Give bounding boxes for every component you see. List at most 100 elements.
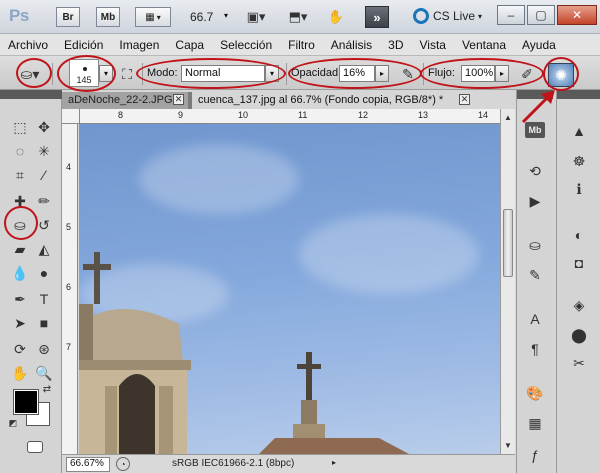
navigator-panel-icon[interactable]: ☸ xyxy=(566,150,592,172)
vertical-scrollbar[interactable]: ▲ ▼ xyxy=(500,109,515,454)
path-selection-tool-icon[interactable]: ➤ xyxy=(9,312,31,334)
marquee-tool-icon[interactable]: ⬚ xyxy=(9,116,31,138)
layers-panel-icon[interactable]: ◈ xyxy=(566,294,592,316)
mini-bridge-button[interactable]: Mb xyxy=(96,7,120,27)
clone-source-panel-button[interactable]: ⛶ xyxy=(116,63,138,85)
zoom-dropdown-icon[interactable]: ▾ xyxy=(224,11,228,20)
flow-slider-button[interactable]: ▸ xyxy=(495,65,509,82)
zoom-tool-icon[interactable]: 🔍 xyxy=(33,362,55,384)
cs-live-button[interactable]: CS Live ▾ xyxy=(413,8,482,24)
actions-panel-icon[interactable]: ▶ xyxy=(522,190,548,212)
opacity-slider-button[interactable]: ▸ xyxy=(375,65,389,82)
move-tool-icon[interactable]: ✥ xyxy=(33,116,55,138)
bridge-label: Br xyxy=(62,11,74,23)
3d-orbit-tool-icon[interactable]: ⊛ xyxy=(33,338,55,360)
eyedropper-tool-icon[interactable]: ⁄ xyxy=(33,164,55,186)
opacity-input[interactable]: 16% xyxy=(339,65,375,82)
paths-panel-icon[interactable]: ✂ xyxy=(566,352,592,374)
character-panel-icon[interactable]: A xyxy=(522,308,548,330)
info-panel-icon[interactable]: ℹ xyxy=(566,178,592,200)
ruler-origin[interactable] xyxy=(62,109,80,124)
vertical-ruler[interactable]: 4 5 6 7 xyxy=(62,124,78,454)
tablet-size-button[interactable]: ✺ xyxy=(548,63,574,87)
minimize-button[interactable]: – xyxy=(497,5,525,25)
close-button[interactable]: ✕ xyxy=(557,5,597,25)
magic-wand-tool-icon[interactable]: ✳ xyxy=(33,140,55,162)
foreground-color-swatch[interactable] xyxy=(13,389,39,415)
menu-archivo[interactable]: Archivo xyxy=(8,38,48,52)
tab-close-icon[interactable]: ✕ xyxy=(173,94,184,105)
swatches-panel-icon[interactable]: ▦ xyxy=(522,412,548,434)
blur-tool-icon[interactable]: 💧 xyxy=(9,262,31,284)
document-tab[interactable]: aDeNoche_22-2.JPG xyxy=(62,92,188,109)
scroll-down-icon[interactable]: ▼ xyxy=(502,439,514,451)
crop-tool-icon[interactable]: ⌗ xyxy=(9,164,31,186)
airbrush-button[interactable]: ✐ xyxy=(516,63,538,85)
pen-tool-icon[interactable]: ✒ xyxy=(9,288,31,310)
bridge-button[interactable]: Br xyxy=(56,7,80,27)
brush-picker-dropdown[interactable]: ▾ xyxy=(99,65,113,82)
status-info-icon[interactable]: ◔ xyxy=(116,457,130,471)
mode-dropdown-arrow[interactable]: ▾ xyxy=(265,65,279,82)
menu-3d[interactable]: 3D xyxy=(388,38,403,52)
scrollbar-thumb[interactable] xyxy=(503,209,513,277)
hand-tool-icon[interactable]: ✋ xyxy=(9,362,31,384)
brush-tool-icon[interactable]: ✏ xyxy=(33,190,55,212)
mode-select[interactable]: Normal xyxy=(181,65,265,82)
menu-analisis[interactable]: Análisis xyxy=(331,38,372,52)
rectangle-tool-icon[interactable]: ■ xyxy=(33,312,55,334)
workspace-expand-button[interactable]: » xyxy=(365,6,389,28)
healing-brush-tool-icon[interactable]: ✚ xyxy=(9,190,31,212)
clone-source-panel-icon[interactable]: ⛀ xyxy=(522,234,548,256)
dock-header[interactable] xyxy=(557,90,600,99)
color-panel-icon[interactable]: 🎨 xyxy=(522,382,548,404)
screen-mode-button[interactable]: ⬒▾ xyxy=(282,7,314,27)
paragraph-panel-icon[interactable]: ¶ xyxy=(522,338,548,360)
arrange-documents-button[interactable]: ▣▾ xyxy=(240,7,272,27)
menu-seleccion[interactable]: Selección xyxy=(220,38,272,52)
brush-presets-panel-icon[interactable]: ✎ xyxy=(522,264,548,286)
swap-colors-icon[interactable]: ⇄ xyxy=(40,382,54,396)
tool-preset-picker[interactable]: ⛀▾ xyxy=(16,63,44,85)
status-zoom-input[interactable]: 66.67% xyxy=(66,457,110,472)
horizontal-ruler[interactable]: 8 9 10 11 12 13 14 xyxy=(80,109,500,124)
zoom-level[interactable]: 66.7 xyxy=(190,10,213,24)
extras-button[interactable]: ▦ ▾ xyxy=(135,7,171,27)
menu-capa[interactable]: Capa xyxy=(175,38,204,52)
paint-bucket-tool-icon[interactable]: ◭ xyxy=(33,238,55,260)
adjustments-panel-icon[interactable]: ◐ xyxy=(566,224,592,246)
channels-panel-icon[interactable]: ⬤ xyxy=(566,324,592,346)
menu-imagen[interactable]: Imagen xyxy=(119,38,159,52)
tab-close-icon[interactable]: ✕ xyxy=(459,94,470,105)
mini-bridge-panel-button[interactable]: Mb xyxy=(525,122,545,138)
dodge-tool-icon[interactable]: ● xyxy=(33,262,55,284)
masks-panel-icon[interactable]: ◘ xyxy=(566,252,592,274)
scroll-up-icon[interactable]: ▲ xyxy=(502,111,514,123)
hand-tool-button[interactable]: ✋ xyxy=(320,7,352,27)
maximize-button[interactable]: ▢ xyxy=(527,5,555,25)
history-brush-tool-icon[interactable]: ↺ xyxy=(33,214,55,236)
menu-ventana[interactable]: Ventana xyxy=(462,38,506,52)
status-menu-arrow-icon[interactable]: ▸ xyxy=(332,458,336,467)
quick-mask-button[interactable] xyxy=(27,441,43,453)
menu-edicion[interactable]: Edición xyxy=(64,38,103,52)
3d-rotate-tool-icon[interactable]: ⟳ xyxy=(9,338,31,360)
flow-input[interactable]: 100% xyxy=(461,65,495,82)
menu-vista[interactable]: Vista xyxy=(420,38,446,52)
menu-filtro[interactable]: Filtro xyxy=(288,38,315,52)
history-panel-icon[interactable]: ⟲ xyxy=(522,160,548,182)
tablet-opacity-button[interactable]: ✎ xyxy=(397,63,419,85)
clone-stamp-tool-icon[interactable]: ⛀ xyxy=(9,214,31,236)
histogram-panel-icon[interactable]: ▲ xyxy=(566,120,592,142)
styles-panel-icon[interactable]: ƒ xyxy=(522,444,548,466)
eraser-tool-icon[interactable]: ▰ xyxy=(9,238,31,260)
default-colors-icon[interactable]: ◩ xyxy=(6,416,20,430)
document-canvas[interactable] xyxy=(79,124,500,454)
menu-ayuda[interactable]: Ayuda xyxy=(522,38,556,52)
ruler-label: 8 xyxy=(118,110,124,120)
brush-preset-preview[interactable]: 145 xyxy=(69,59,99,87)
dock-header[interactable] xyxy=(517,90,553,99)
lasso-tool-icon[interactable]: ◌ xyxy=(9,140,31,162)
type-tool-icon[interactable]: T xyxy=(33,288,55,310)
tools-panel-header[interactable] xyxy=(0,90,62,99)
